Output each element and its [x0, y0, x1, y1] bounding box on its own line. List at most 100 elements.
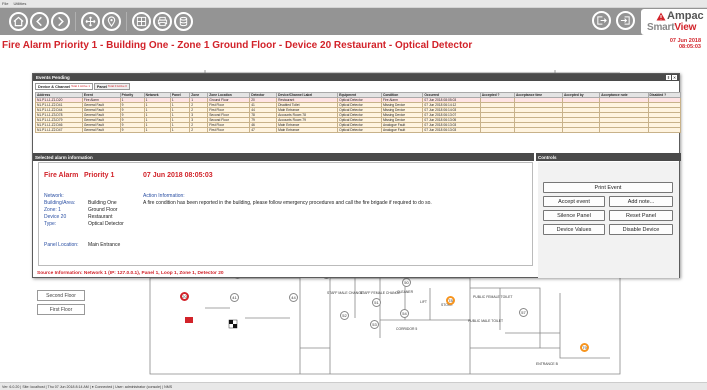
- device-marker[interactable]: 53: [370, 320, 379, 329]
- accept-event-button[interactable]: Accept event: [543, 196, 605, 207]
- print-button[interactable]: [153, 12, 172, 31]
- device-marker[interactable]: 57: [519, 308, 528, 317]
- type-label: Type:: [44, 221, 57, 227]
- event-cell: 1: [169, 127, 191, 133]
- forward-button[interactable]: [51, 12, 70, 31]
- disable-device-button[interactable]: Disable Device: [609, 224, 673, 235]
- device-marker-alarm[interactable]: 20: [180, 292, 189, 301]
- panel-marker[interactable]: [185, 317, 193, 323]
- home-icon: [13, 16, 24, 27]
- room-label-public-female: PUBLIC FEMALE TOILET: [473, 295, 512, 299]
- move-arrows-icon: [85, 16, 96, 27]
- reset-panel-button[interactable]: Reset Panel: [609, 210, 673, 221]
- device-marker[interactable]: 44: [289, 293, 298, 302]
- printer-icon: [157, 16, 168, 27]
- tab-count: Total 1 Active 1: [71, 84, 90, 88]
- event-cell: [479, 127, 515, 133]
- selected-alarm-box: Fire Alarm Priority 1 07 Jun 2018 08:05:…: [38, 162, 533, 266]
- home-button[interactable]: [9, 12, 28, 31]
- room-label-staff-female: STAFF FEMALE CHANGE: [360, 291, 401, 295]
- pause-icon[interactable]: Ⅱ: [666, 75, 671, 80]
- event-cell: Main Entrance: [276, 127, 339, 133]
- window-controls: Ⅱ ✕: [666, 75, 677, 80]
- event-cell: Optical Detector: [337, 127, 382, 133]
- alarm-title: Fire Alarm Priority 1 - Building One - Z…: [2, 40, 473, 51]
- event-cell: First Floor: [207, 127, 251, 133]
- controls-header: Controls: [536, 153, 681, 161]
- second-floor-button[interactable]: Second Floor: [37, 290, 85, 301]
- menu-file[interactable]: File: [2, 1, 8, 6]
- device-marker-fault[interactable]: 78: [446, 296, 455, 305]
- exit-button[interactable]: [592, 11, 611, 30]
- device-marker[interactable]: 52: [340, 311, 349, 320]
- events-pending-window: Events Pending Ⅱ ✕ Device & Channel Total…: [32, 73, 681, 278]
- toolbar-separator: [126, 12, 127, 31]
- device-marker[interactable]: 51: [372, 298, 381, 307]
- selected-alarm-occurred: 07 Jun 2018 08:05:03: [143, 172, 213, 179]
- logo-product: SmartView: [647, 22, 697, 33]
- events-pending-title: Events Pending: [33, 74, 679, 81]
- event-cell: 1: [143, 127, 171, 133]
- device-marker[interactable]: 54: [400, 309, 409, 318]
- device-marker[interactable]: 50: [402, 278, 411, 287]
- event-row[interactable]: N1.P1.L1.Z2.D47 General Fault 9 1 1 2 First Fl…: [35, 127, 681, 133]
- type-value: Optical Detector: [88, 221, 124, 227]
- room-label-lift: LIFT: [420, 300, 427, 304]
- action-info-label: Action Information:: [143, 193, 185, 199]
- tab-panel[interactable]: Panel Total 0 Active 0: [93, 83, 130, 90]
- grid-view-button[interactable]: [132, 12, 151, 31]
- alarm-time: 08:05:03: [678, 44, 701, 50]
- alarm-title-bar: Fire Alarm Priority 1 - Building One - Z…: [0, 35, 707, 58]
- event-cell: [599, 127, 649, 133]
- event-cell: 2: [189, 127, 209, 133]
- device-marker[interactable]: 41: [230, 293, 239, 302]
- controls-panel: Print Event Accept event Add note... Sil…: [538, 162, 679, 278]
- panel-location-label: Panel Location:: [44, 242, 79, 248]
- tab-device-channel[interactable]: Device & Channel Total 1 Active 1: [35, 83, 93, 90]
- events-tabs: Device & Channel Total 1 Active 1 Panel To…: [35, 83, 130, 90]
- device-values-button[interactable]: Device Values: [543, 224, 605, 235]
- event-cell: [647, 127, 681, 133]
- warning-triangle-icon: [656, 12, 666, 20]
- back-button[interactable]: [30, 12, 49, 31]
- event-cell: 07 Jun 2018 06:13:03: [422, 127, 481, 133]
- logo-brand: Ampac: [667, 10, 704, 22]
- alarm-datetime: 07 Jun 2018 08:05:03: [670, 38, 701, 50]
- device-value: Restaurant: [88, 214, 113, 220]
- silence-panel-button[interactable]: Silence Panel: [543, 210, 605, 221]
- print-event-button[interactable]: Print Event: [543, 182, 673, 193]
- event-cell: Analogue Fault: [380, 127, 424, 133]
- grid-icon: [136, 16, 147, 27]
- close-icon[interactable]: ✕: [672, 75, 677, 80]
- locate-alarm-button[interactable]: [102, 12, 121, 31]
- event-cell: N1.P1.L1.Z2.D47: [35, 127, 83, 133]
- first-floor-button[interactable]: First Floor: [37, 304, 85, 315]
- event-cell: General Fault: [81, 127, 121, 133]
- device-marker-fault[interactable]: 79: [580, 343, 589, 352]
- status-bar: Ver: 6.0.20 | Site: localhost | Thu 07 J…: [0, 382, 707, 390]
- events-table: Address Event Priority Network Panel Zon…: [35, 92, 681, 133]
- floor-move-button[interactable]: [81, 12, 100, 31]
- database-button[interactable]: [174, 12, 193, 31]
- exit-icon: [597, 16, 607, 25]
- room-label-corridor: CORRIDOR 5: [396, 327, 417, 331]
- ampac-smartview-logo: Ampac SmartView: [641, 9, 707, 35]
- event-cell: 9: [119, 127, 145, 133]
- event-cell: 47: [249, 127, 278, 133]
- login-button[interactable]: [616, 11, 635, 30]
- toolbar: [0, 8, 707, 35]
- selected-alarm-type: Fire Alarm: [44, 172, 79, 179]
- toolbar-separator: [75, 12, 76, 31]
- zone-label: Zone: 1: [44, 207, 61, 213]
- panel-location-value: Main Entrance: [88, 242, 121, 248]
- tab-count: Total 0 Active 0: [108, 84, 127, 88]
- event-cell: [561, 127, 601, 133]
- add-note-button[interactable]: Add note...: [609, 196, 673, 207]
- device-label: Device 20: [44, 214, 67, 220]
- building-value: Building One: [88, 200, 117, 206]
- event-cell: [513, 127, 563, 133]
- building-label: Building/Area:: [44, 200, 76, 206]
- menu-utilities[interactable]: Utilities: [13, 1, 26, 6]
- room-label-entrance-b: ENTRANCE B: [536, 362, 559, 366]
- menu-bar: File Utilities: [0, 0, 707, 8]
